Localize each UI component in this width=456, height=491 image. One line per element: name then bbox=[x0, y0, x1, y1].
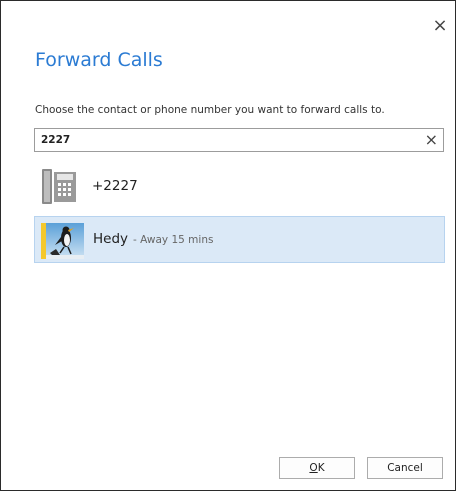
ok-label-rest: K bbox=[317, 462, 325, 474]
contact-status: - Away 15 mins bbox=[133, 234, 214, 246]
contact-avatar bbox=[46, 223, 84, 259]
search-input[interactable] bbox=[41, 131, 401, 149]
dialog-title: Forward Calls bbox=[35, 49, 163, 71]
result-phone-number[interactable]: +2227 bbox=[34, 163, 445, 210]
clear-icon: × bbox=[424, 130, 438, 149]
result-contact-hedy[interactable]: Hedy - Away 15 mins bbox=[34, 216, 445, 263]
close-icon: × bbox=[432, 15, 448, 36]
contact-name-row: Hedy - Away 15 mins bbox=[93, 231, 213, 247]
search-box: × bbox=[34, 128, 444, 152]
contact-name: Hedy bbox=[93, 231, 129, 247]
close-button[interactable]: × bbox=[431, 17, 449, 35]
clear-search-button[interactable]: × bbox=[425, 131, 438, 149]
forward-calls-dialog: × Forward Calls Choose the contact or ph… bbox=[0, 0, 456, 491]
ok-mnemonic: O bbox=[309, 462, 318, 474]
ok-button[interactable]: OK bbox=[279, 457, 355, 479]
desk-phone-icon bbox=[41, 168, 77, 205]
cancel-button[interactable]: Cancel bbox=[367, 457, 443, 479]
phone-number-label: +2227 bbox=[92, 178, 138, 194]
instruction-text: Choose the contact or phone number you w… bbox=[35, 104, 385, 116]
